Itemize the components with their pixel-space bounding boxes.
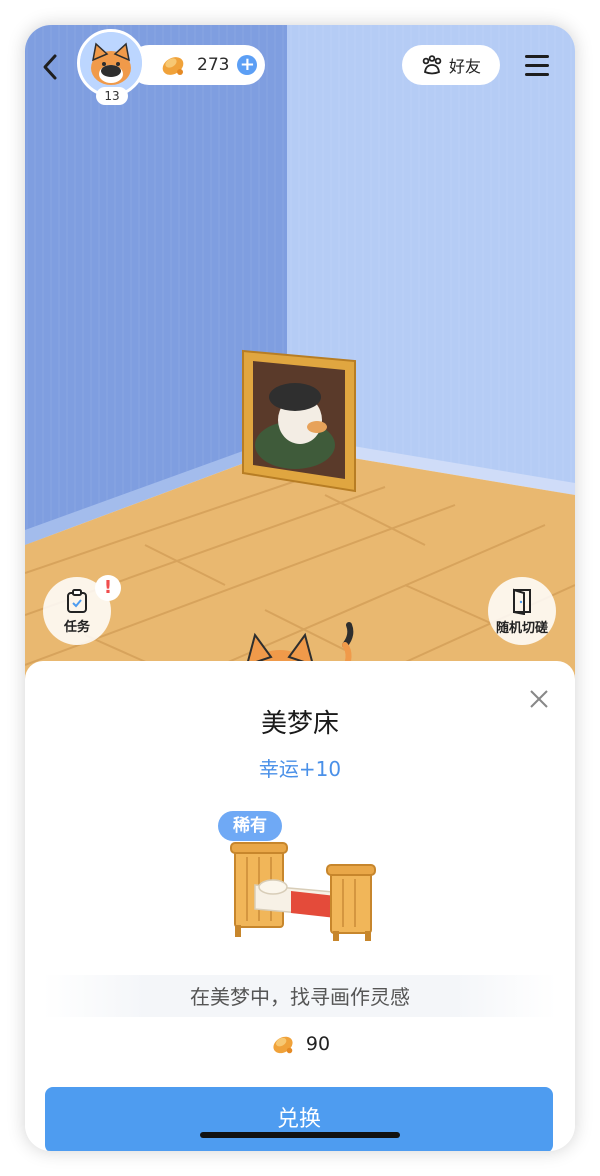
item-title: 美梦床 — [260, 709, 339, 739]
item-detail-sheet: 美梦床 幸运+10 稀有 在美梦中，找寻画作灵感 90 兑换 — [25, 661, 575, 1151]
paw-icon — [422, 55, 442, 75]
rarity-badge: 稀有 — [218, 811, 282, 841]
coin-value: 273 — [197, 55, 230, 75]
friends-label: 好友 — [448, 57, 481, 76]
tiger-avatar-icon — [80, 32, 142, 94]
item-description: 在美梦中，找寻画作灵感 — [190, 985, 410, 1009]
phone-screen: 273 + 13 好友 任务 ! 随机切磋 美梦床 幸运+10 稀有 在美梦中，… — [25, 25, 575, 1151]
chevron-left-icon — [43, 54, 57, 80]
menu-icon — [521, 55, 553, 76]
bed-image — [230, 842, 376, 941]
task-label: 任务 — [63, 619, 90, 635]
plus-icon[interactable]: + — [237, 55, 258, 75]
wall-painting — [242, 349, 356, 493]
item-price: 90 — [25, 1031, 575, 1057]
door-icon — [513, 588, 531, 615]
task-alert-badge: ! — [95, 575, 121, 601]
coin-icon — [273, 1036, 293, 1054]
random-match-label: 随机切磋 — [495, 620, 548, 636]
menu-button[interactable] — [521, 51, 553, 81]
item-effect: 幸运+10 — [258, 757, 342, 781]
redeem-button[interactable]: 兑换 — [45, 1087, 553, 1151]
level-badge: 13 — [96, 87, 128, 105]
coin-icon — [162, 57, 184, 75]
coin-balance[interactable]: 273 + — [129, 45, 265, 85]
price-value: 90 — [305, 1033, 331, 1055]
back-button[interactable] — [33, 47, 67, 87]
friends-button[interactable]: 好友 — [402, 45, 500, 85]
random-match-button[interactable]: 随机切磋 — [488, 577, 556, 645]
clipboard-icon — [67, 588, 87, 613]
home-indicator — [200, 1132, 400, 1138]
